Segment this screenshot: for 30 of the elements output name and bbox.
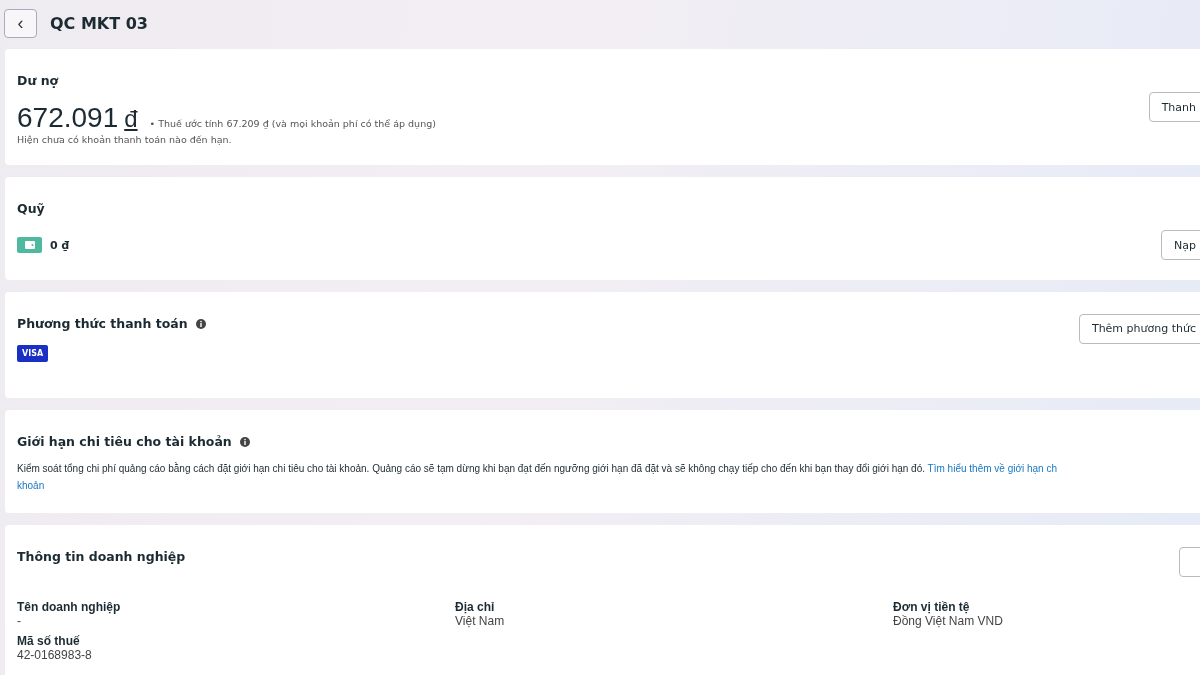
field-label: Mã số thuế [17,634,81,648]
section-title: Quỹ [17,201,46,216]
section-title: Dư nợ [17,73,60,88]
pay-button[interactable]: Thanh [1148,92,1200,122]
section-title: Phương thức thanh toán [17,316,188,331]
section-title: Thông tin doanh nghiệp [17,549,187,564]
currency-symbol: đ [124,105,138,133]
visa-card-icon: VISA [17,345,49,362]
field-label: Đơn vị tiền tệ [893,600,971,614]
wallet-icon [17,237,42,253]
field-value: Đồng Việt Nam VND [893,614,1004,628]
funds-amount: 0 ₫ [50,238,70,252]
field-label: Tên doanh nghiệp [17,600,122,614]
description-text: Kiểm soát tổng chi phí quảng cáo bằng cách đặt giới hạn chi tiêu cho tài khoản. Quảng cáo sẽ tạm dừng khi bạn đạt đến ngưỡng giới hạn đã đặt và sẽ không chạy tiếp cho đến khi bạn thay đổi giới hạn đó. Tìm hiểu thêm về giới hạn ch [17,463,1058,474]
add-payment-method-button[interactable]: Thêm phương thức [1078,313,1200,344]
learn-more-link[interactable]: Tìm hiểu thêm về giới hạn ch [927,463,1057,474]
field-label: Địa chỉ [455,600,496,614]
field-value: 42-0168983-8 [17,648,93,662]
section-title: Giới hạn chi tiêu cho tài khoản [17,434,232,449]
page-title: QC MKT 03 [50,13,148,33]
add-funds-button[interactable]: Nạp [1161,230,1200,260]
field-value: - [17,614,22,628]
info-icon[interactable] [195,318,206,329]
info-icon[interactable] [239,436,250,447]
balance-amount: 672.091 [17,102,119,134]
learn-more-link[interactable]: khoản [17,480,45,491]
back-button[interactable]: ‹ [4,8,37,38]
due-status: Hiện chưa có khoản thanh toán nào đến hạn. [17,134,233,145]
tax-note: • Thuế ước tính 67.209 ₫ (và mọi khoản phí có thể áp dụng) [149,118,436,129]
field-value: Việt Nam [455,614,506,628]
